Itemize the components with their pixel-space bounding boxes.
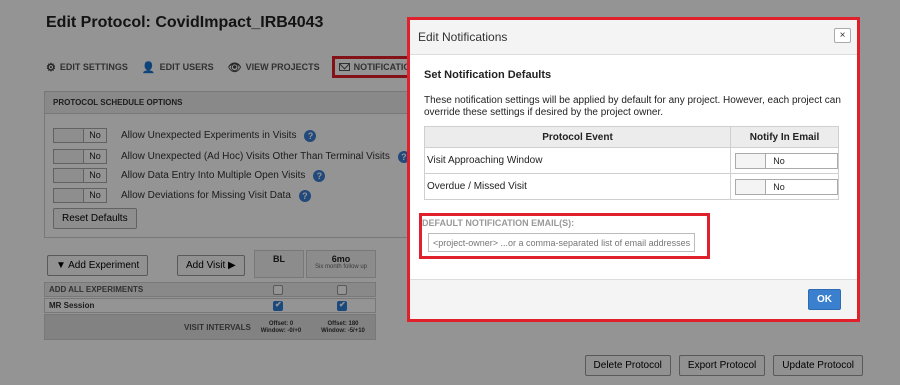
default-email-input[interactable] [428,233,695,252]
dialog-description: These notification settings will be appl… [424,95,841,118]
default-email-label: DEFAULT NOTIFICATION EMAIL(S): [422,218,575,228]
edit-notifications-dialog: Edit Notifications × Set Notification De… [407,17,860,322]
close-icon[interactable]: × [834,28,851,43]
event-name: Visit Approaching Window [424,147,731,174]
ok-button[interactable]: OK [808,289,841,310]
dialog-title: Edit Notifications [418,30,508,44]
default-email-section: DEFAULT NOTIFICATION EMAIL(S): [419,213,710,259]
column-header-protocol-event: Protocol Event [424,126,731,148]
column-header-notify-email: Notify In Email [730,126,839,148]
event-name: Overdue / Missed Visit [424,173,731,200]
dialog-heading: Set Notification Defaults [424,69,552,81]
dialog-body: Set Notification Defaults These notifica… [410,69,857,200]
table-row: Overdue / Missed Visit No [424,173,839,200]
table-row: Visit Approaching Window No [424,147,839,174]
dialog-titlebar: Edit Notifications × [410,20,857,55]
notification-events-table: Protocol Event Notify In Email Visit App… [424,126,839,200]
notify-email-toggle[interactable]: No [735,152,838,169]
dialog-footer: OK [410,279,857,319]
notify-email-toggle[interactable]: No [735,178,838,195]
